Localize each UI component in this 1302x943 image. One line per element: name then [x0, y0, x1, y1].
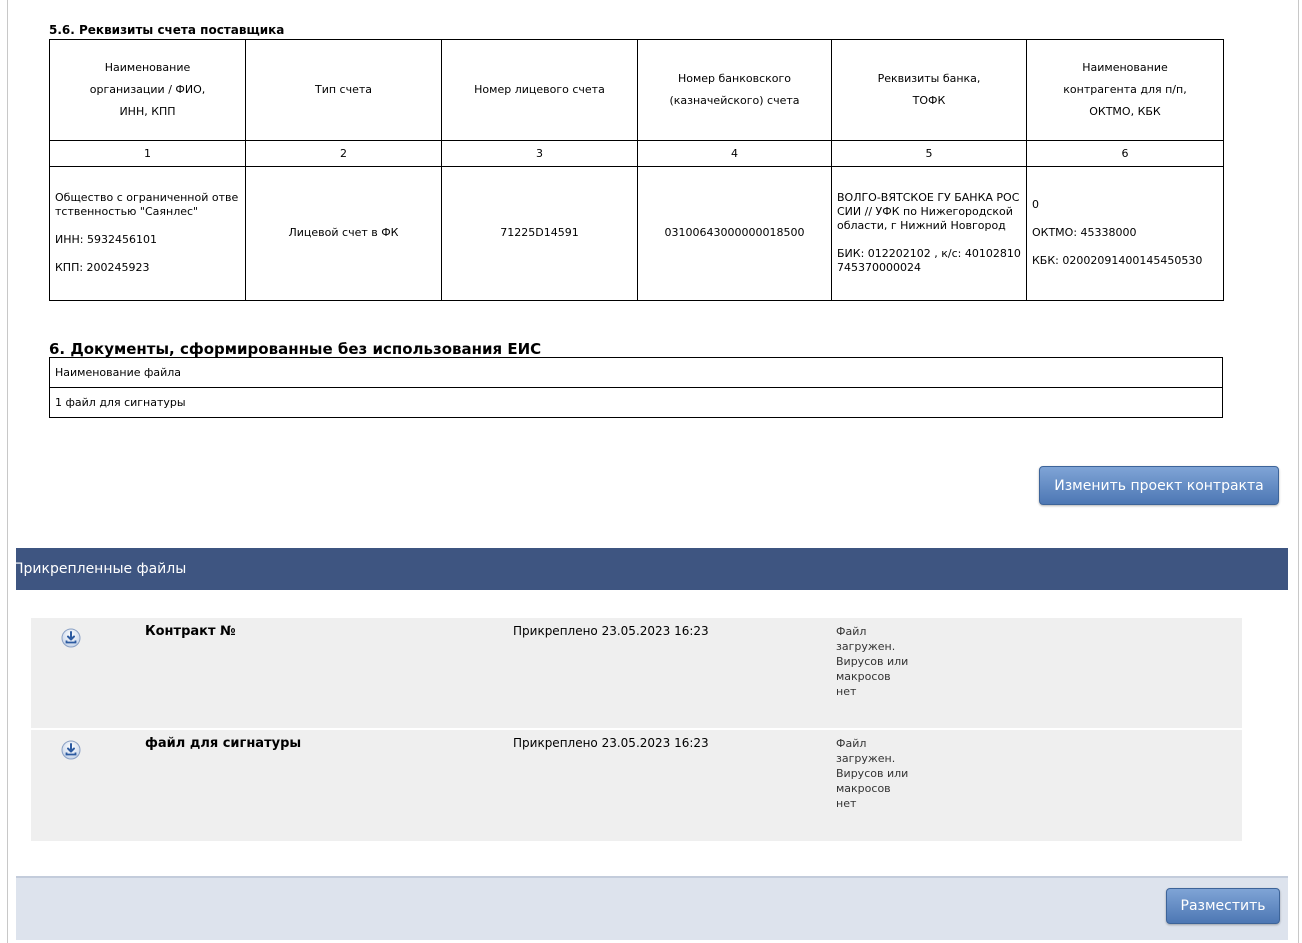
file-date: Прикреплено 23.05.2023 16:23 — [513, 736, 709, 750]
org-name: Общество с ограниченной ответственностью… — [55, 191, 239, 219]
cell-personal-account: 71225D14591 — [441, 165, 638, 302]
documents-header: Наименование файла — [49, 357, 1223, 388]
bank-name: ВОЛГО-ВЯТСКОЕ ГУ БАНКА РОССИИ // УФК по … — [837, 191, 1020, 233]
column-number: 6 — [1026, 139, 1224, 167]
column-number: 2 — [245, 139, 442, 167]
file-name[interactable]: Контракт № — [145, 624, 236, 639]
file-date: Прикреплено 23.05.2023 16:23 — [513, 624, 709, 638]
column-number: 3 — [441, 139, 638, 167]
download-icon[interactable] — [61, 628, 81, 648]
counterparty-name: 0 — [1032, 198, 1039, 212]
org-inn: ИНН: 5932456101 — [55, 233, 157, 247]
bottom-action-bar — [16, 876, 1288, 940]
column-header-bank-account: Номер банковского (казначейского) счета — [637, 39, 832, 141]
account-details-table: Наименование организации / ФИО, ИНН, КПП… — [49, 39, 1224, 302]
counterparty-oktmo: ОКТМО: 45338000 — [1032, 226, 1137, 240]
attached-files-title: Прикрепленные файлы — [16, 561, 187, 577]
documents-table: Наименование файла 1 файл для сигнатуры — [49, 357, 1223, 418]
change-contract-button[interactable]: Изменить проект контракта — [1039, 466, 1279, 505]
column-header-organization: Наименование организации / ФИО, ИНН, КПП — [49, 39, 246, 141]
column-header-account-type: Тип счета — [245, 39, 442, 141]
column-header-bank-details: Реквизиты банка, ТОФК — [831, 39, 1027, 141]
cell-bank-account: 03100643000000018500 — [637, 165, 832, 302]
attached-file-row: файл для сигнатуры Прикреплено 23.05.202… — [31, 730, 1242, 841]
column-number: 5 — [831, 139, 1027, 167]
cell-counterparty: 0 ОКТМО: 45338000 КБК: 02002091400145450… — [1026, 165, 1224, 302]
cell-account-type: Лицевой счет в ФК — [245, 165, 442, 302]
download-icon[interactable] — [61, 740, 81, 760]
attached-files-header: Прикрепленные файлы — [16, 548, 1288, 590]
section-title-account-details: 5.6. Реквизиты счета поставщика — [49, 23, 285, 37]
cell-organization: Общество с ограниченной ответственностью… — [49, 165, 246, 302]
org-kpp: КПП: 200245923 — [55, 261, 150, 275]
page-frame: 5.6. Реквизиты счета поставщика Наименов… — [7, 0, 1299, 943]
column-number: 4 — [637, 139, 832, 167]
file-status: Файл загружен. Вирусов или макросов нет — [836, 625, 909, 698]
cell-bank-details: ВОЛГО-ВЯТСКОЕ ГУ БАНКА РОССИИ // УФК по … — [831, 165, 1027, 302]
documents-row: 1 файл для сигнатуры — [49, 387, 1223, 418]
place-button[interactable]: Разместить — [1166, 888, 1280, 924]
file-status: Файл загружен. Вирусов или макросов нет — [836, 737, 909, 810]
section-title-documents: 6. Документы, сформированные без использ… — [49, 340, 542, 358]
column-header-counterparty: Наименование контрагента для п/п, ОКТМО,… — [1026, 39, 1224, 141]
attached-file-row: Контракт № Прикреплено 23.05.2023 16:23 … — [31, 618, 1242, 728]
bank-bik: БИК: 012202102 , к/с: 401028107453700000… — [837, 247, 1021, 275]
file-name[interactable]: файл для сигнатуры — [145, 736, 301, 751]
column-number: 1 — [49, 139, 246, 167]
counterparty-kbk: КБК: 02002091400145450530 — [1032, 254, 1203, 268]
column-header-personal-account: Номер лицевого счета — [441, 39, 638, 141]
